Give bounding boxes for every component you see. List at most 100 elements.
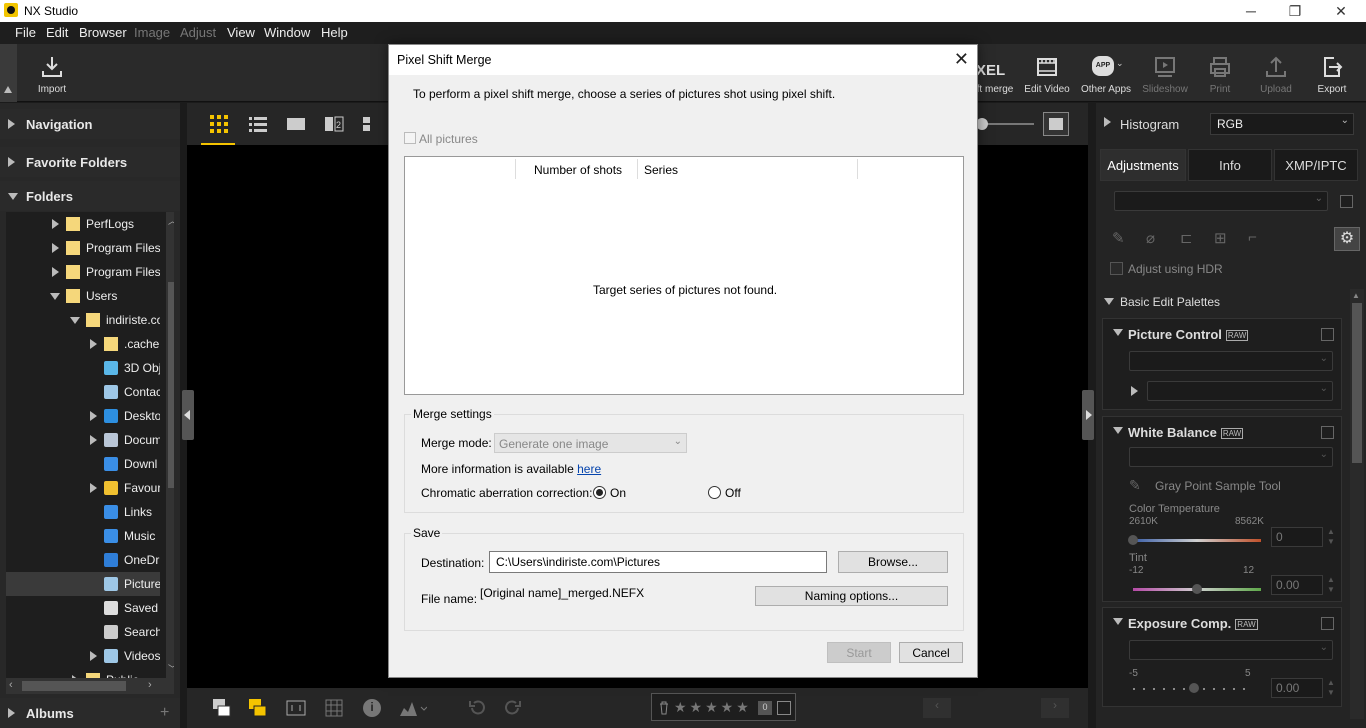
info-icon[interactable]: i xyxy=(363,699,381,717)
right-panel-toggle[interactable] xyxy=(1082,390,1094,440)
compare-4-view-button[interactable] xyxy=(362,115,374,133)
right-panel-scrollbar[interactable]: ▲ xyxy=(1350,289,1364,719)
menu-browser[interactable]: Browser xyxy=(79,25,127,40)
all-pictures-checkbox[interactable] xyxy=(404,132,416,144)
scroll-thumb[interactable] xyxy=(168,282,174,488)
exposure-select[interactable]: ⌄ xyxy=(1129,640,1333,660)
collapse-arrow-icon[interactable] xyxy=(50,293,60,300)
folder-tree-item[interactable]: Search xyxy=(6,620,160,644)
expand-arrow-icon[interactable] xyxy=(52,267,59,277)
previous-image-button[interactable]: ‹ xyxy=(923,698,951,718)
rotate-right-icon[interactable] xyxy=(503,699,523,717)
spinner-icon[interactable]: ▲ ▼ xyxy=(1327,527,1335,547)
straighten-icon[interactable]: ⊏ xyxy=(1180,229,1193,247)
tab-xmp-iptc[interactable]: XMP/IPTC xyxy=(1274,149,1358,181)
scroll-up-icon[interactable]: ▲ xyxy=(1352,291,1360,300)
collapse-arrow-icon[interactable] xyxy=(1104,298,1114,305)
navigation-header[interactable]: Navigation xyxy=(0,109,180,139)
folder-tree-item[interactable]: Videos xyxy=(6,644,160,668)
collapse-arrow-icon[interactable] xyxy=(70,317,80,324)
white-balance-select[interactable]: ⌄ xyxy=(1129,447,1333,467)
folder-tree-item[interactable]: 3D Obj xyxy=(6,356,160,380)
browse-button[interactable]: Browse... xyxy=(838,551,948,573)
folder-tree-item[interactable]: Program Files ( xyxy=(6,260,160,284)
expand-arrow-icon[interactable] xyxy=(90,651,97,661)
tab-info[interactable]: Info xyxy=(1188,149,1272,181)
tint-input[interactable]: 0.00 xyxy=(1271,575,1323,595)
preset-select[interactable]: ⌄ xyxy=(1114,191,1328,211)
next-image-button[interactable]: › xyxy=(1041,698,1069,718)
collapse-arrow-icon[interactable] xyxy=(1113,427,1123,434)
preset-checkbox[interactable] xyxy=(1340,195,1353,208)
scroll-thumb[interactable] xyxy=(1352,303,1362,463)
dialog-close-button[interactable]: ✕ xyxy=(954,49,969,70)
menu-adjust[interactable]: Adjust xyxy=(180,25,216,40)
destination-field[interactable]: C:\Users\indiriste.com\Pictures xyxy=(489,551,827,573)
folder-tree-item[interactable]: Contac xyxy=(6,380,160,404)
picture-control-checkbox[interactable] xyxy=(1321,328,1334,341)
single-view-button[interactable] xyxy=(286,115,306,133)
add-album-icon[interactable]: + xyxy=(160,704,169,722)
gray-point-eyedropper-icon[interactable]: ✎ xyxy=(1129,477,1141,494)
folder-tree-item[interactable]: indiriste.co xyxy=(6,308,160,332)
expand-arrow-icon[interactable] xyxy=(90,483,97,493)
fullscreen-icon[interactable] xyxy=(286,699,306,717)
folder-tree-item[interactable]: Users xyxy=(6,284,160,308)
folder-tree-item[interactable]: Program Files xyxy=(6,236,160,260)
tint-slider[interactable] xyxy=(1133,584,1261,594)
compare-2-view-button[interactable]: 2 xyxy=(324,115,344,133)
favorite-folders-header[interactable]: Favorite Folders xyxy=(0,147,180,177)
menu-window[interactable]: Window xyxy=(264,25,310,40)
slideshow-button[interactable]: Slideshow xyxy=(1138,44,1192,102)
tab-adjustments[interactable]: Adjustments xyxy=(1100,149,1186,181)
hscroll-thumb[interactable] xyxy=(22,681,126,691)
color-temp-slider[interactable] xyxy=(1128,535,1261,545)
folder-tree-item[interactable]: PerfLogs xyxy=(6,212,160,236)
toolbar-collapse-handle[interactable] xyxy=(0,44,17,102)
scroll-left-icon[interactable]: ‹ xyxy=(9,679,13,691)
folders-header[interactable]: Folders xyxy=(0,181,180,211)
thumbnail-size-slider[interactable] xyxy=(976,118,1034,130)
menu-view[interactable]: View xyxy=(227,25,255,40)
adjust-hdr-checkbox[interactable] xyxy=(1110,262,1123,275)
folder-tree-item[interactable]: Downl xyxy=(6,452,160,476)
histogram-expand-icon[interactable] xyxy=(1104,117,1111,127)
import-button[interactable]: Import xyxy=(27,44,77,102)
group-stack-icon[interactable] xyxy=(248,698,268,718)
spinner-icon[interactable]: ▲ ▼ xyxy=(1327,678,1335,698)
left-panel-toggle[interactable] xyxy=(182,390,194,440)
folder-tree-item[interactable]: OneDr xyxy=(6,548,160,572)
spinner-icon[interactable]: ▲ ▼ xyxy=(1327,575,1335,595)
expand-arrow-icon[interactable] xyxy=(90,411,97,421)
other-apps-button[interactable]: APP ⌄ Other Apps xyxy=(1078,44,1134,102)
expand-arrow-icon[interactable] xyxy=(52,243,59,253)
close-window-button[interactable]: ✕ xyxy=(1318,0,1364,22)
filmstrip-toggle-button[interactable] xyxy=(1043,112,1069,136)
protect-icon[interactable] xyxy=(777,701,791,715)
folder-tree-item[interactable]: .cache xyxy=(6,332,160,356)
slider-thumb[interactable] xyxy=(1189,683,1199,693)
label-zero-icon[interactable]: 0 xyxy=(758,701,772,715)
expand-arrow-icon[interactable] xyxy=(90,435,97,445)
column-number-of-shots[interactable]: Number of shots xyxy=(534,163,622,177)
minimize-button[interactable]: ─ xyxy=(1228,0,1274,22)
scroll-up-icon[interactable]: ︿ xyxy=(168,214,174,226)
picture-control-sub-select[interactable]: ⌄ xyxy=(1147,381,1333,401)
menu-image[interactable]: Image xyxy=(134,25,170,40)
rating-stars-icon[interactable]: ★★★★★ xyxy=(674,699,752,716)
here-link[interactable]: here xyxy=(577,462,601,476)
grid-view-button[interactable] xyxy=(201,103,235,145)
slider-thumb[interactable] xyxy=(1128,535,1138,545)
exposure-checkbox[interactable] xyxy=(1321,617,1334,630)
start-button[interactable]: Start xyxy=(827,642,891,663)
menu-help[interactable]: Help xyxy=(321,25,348,40)
folder-tree-item[interactable]: Saved G xyxy=(6,596,160,620)
menu-edit[interactable]: Edit xyxy=(46,25,68,40)
cancel-button[interactable]: Cancel xyxy=(899,642,963,663)
exposure-input[interactable]: 0.00 xyxy=(1271,678,1323,698)
series-list[interactable]: Number of shots Series Target series of … xyxy=(404,156,964,395)
scroll-down-icon[interactable]: ﹀ xyxy=(168,662,174,674)
column-series[interactable]: Series xyxy=(644,163,678,177)
chromatic-off-radio[interactable] xyxy=(708,486,721,499)
naming-options-button[interactable]: Naming options... xyxy=(755,586,948,606)
